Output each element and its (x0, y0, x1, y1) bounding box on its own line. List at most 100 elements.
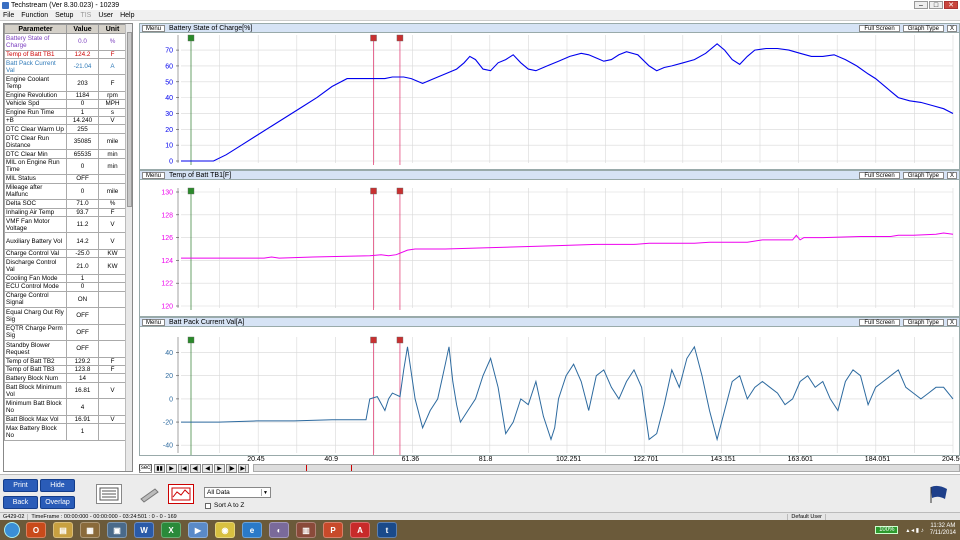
start-marker-flag-icon[interactable] (187, 336, 195, 344)
taskbar-outlook-icon[interactable]: O (26, 522, 46, 538)
taskbar-explorer-icon[interactable]: ▤ (53, 522, 73, 538)
parameter-row[interactable]: MIL on Engine Run Time 0 min (4, 157, 127, 176)
parameter-row[interactable]: Delta SOC 71.0% (4, 199, 127, 209)
cursor-marker-flag-icon[interactable] (370, 187, 377, 195)
full-screen-button[interactable]: Full Screen (859, 318, 900, 326)
parameter-row[interactable]: Engine Revolution 1184 rpm (4, 90, 127, 101)
timeline-track[interactable] (253, 464, 960, 472)
taskbar-powerpoint-icon[interactable]: P (323, 522, 343, 538)
parameter-row[interactable]: Charge Control Signal ON (4, 290, 127, 309)
data-filter-dropdown[interactable]: All Data ▼ (204, 487, 271, 498)
graph-menu-button[interactable]: Menu (142, 24, 166, 32)
taskbar-pdf-icon[interactable]: A (350, 522, 370, 538)
menu-user[interactable]: User (98, 12, 113, 19)
menu-file[interactable]: File (3, 12, 14, 19)
scrollbar-thumb[interactable] (127, 32, 132, 207)
menu-setup[interactable]: Setup (55, 12, 73, 19)
timeline-marker[interactable] (351, 465, 352, 471)
parameter-row[interactable]: EQTR Charge Perm Sig OFF (4, 323, 127, 342)
close-window-button[interactable]: ✕ (944, 1, 958, 9)
snapshot-icon[interactable] (136, 484, 162, 504)
parameter-row[interactable]: Standby Blower Request OFF (4, 340, 127, 358)
parameter-row[interactable]: DTC Clear Run Distance 35085 mile (4, 132, 127, 151)
cursor-marker-flag-icon[interactable] (370, 34, 377, 42)
minimize-button[interactable]: – (914, 1, 928, 9)
battery-indicator[interactable]: 100% (875, 526, 899, 534)
graph-plot-batt-temp[interactable]: 120 122 124 126 128 130 (140, 180, 959, 316)
timeline-marker[interactable] (306, 465, 307, 471)
graph-menu-button[interactable]: Menu (142, 171, 166, 179)
close-graph-button[interactable]: X (946, 171, 957, 179)
cursor-marker-flag-icon[interactable] (396, 34, 404, 42)
taskbar-ie-icon[interactable]: e (242, 522, 262, 538)
parameter-row[interactable]: Batt Pack Current Val -21.04 A (4, 57, 127, 76)
close-graph-button[interactable]: X (946, 24, 957, 32)
play-button[interactable]: ▶ (166, 463, 177, 473)
parameter-row[interactable]: Temp of Batt TB2 129.2 F (4, 356, 127, 366)
taskbar-app-icon[interactable]: ◐ (269, 522, 289, 538)
graph-plot-battery-soc[interactable]: 0 10 20 30 40 50 60 70 (140, 33, 959, 169)
parameter-row[interactable]: Max Battery Block No 1 (4, 423, 127, 441)
sort-a-to-z-option[interactable]: Sort A to Z (205, 502, 244, 509)
taskbar-apps-icon[interactable]: ▦ (80, 522, 100, 538)
step-forward-button[interactable]: |▶ (226, 463, 237, 473)
jump-start-button[interactable]: |◀ (178, 463, 189, 473)
cursor-marker-flag-icon[interactable] (396, 336, 404, 344)
col-header-parameter[interactable]: Parameter (4, 24, 67, 34)
parameter-row[interactable]: Equal Charg Out Rly Sig OFF (4, 307, 127, 325)
overlap-button[interactable]: Overlap (40, 496, 75, 509)
parameter-row[interactable]: Vehicle Spd 0 MPH (4, 99, 127, 109)
jump-end-button[interactable]: ▶| (238, 463, 249, 473)
forward-button[interactable]: ▶ (214, 463, 225, 473)
graph-type-button[interactable]: Graph Type (902, 318, 944, 326)
col-header-unit[interactable]: Unit (98, 24, 127, 34)
start-marker-flag-icon[interactable] (187, 34, 195, 42)
parameter-list-icon[interactable] (96, 484, 122, 504)
graph-type-button[interactable]: Graph Type (902, 24, 944, 32)
tray-icons[interactable]: ▴ ◂ ▮ ♪ (906, 527, 923, 534)
taskbar-techstream-icon[interactable]: t (377, 522, 397, 538)
taskbar-folder-icon[interactable]: ▣ (107, 522, 127, 538)
start-marker-flag-icon[interactable] (187, 187, 195, 195)
chevron-down-icon[interactable]: ▼ (261, 489, 269, 496)
cursor-marker-flag-icon[interactable] (370, 336, 377, 344)
print-button[interactable]: Print (3, 479, 38, 492)
step-back-button[interactable]: ◀| (190, 463, 201, 473)
col-header-value[interactable]: Value (66, 24, 99, 34)
parameter-row[interactable]: Temp of Batt TB3 123.8 F (4, 364, 127, 375)
taskbar-app2-icon[interactable]: ▥ (296, 522, 316, 538)
parameter-row[interactable]: DTC Clear Min 65535 min (4, 149, 127, 159)
taskbar-word-icon[interactable]: W (134, 522, 154, 538)
parameter-row[interactable]: Minimum Batt Block No 4 (4, 398, 127, 416)
parameter-row[interactable]: +B 14.240 V (4, 116, 127, 126)
parameter-row[interactable]: Battery Block Num 14 (4, 373, 127, 383)
clock[interactable]: 11:32 AM 7/11/2014 (930, 523, 956, 537)
parameter-row[interactable]: Engine Coolant Temp 203 F (4, 74, 127, 92)
sort-checkbox[interactable] (205, 502, 211, 509)
parameter-row[interactable]: Charge Control Val -25.0 KW (4, 248, 127, 259)
graph-plot-batt-current[interactable]: -40 -20 0 20 40 (140, 327, 959, 455)
parameter-row[interactable]: ECU Control Mode 0 (4, 282, 127, 292)
taskbar-media-icon[interactable]: ▶ (188, 522, 208, 538)
parameter-row[interactable]: Inhaling Air Temp 93.7 F (4, 207, 127, 217)
menu-tis[interactable]: TIS (80, 12, 91, 19)
rewind-button[interactable]: ◀ (202, 463, 213, 473)
pause-button[interactable]: ▮▮ (154, 463, 165, 473)
parameter-row[interactable]: DTC Clear Warm Up 255 (4, 124, 127, 134)
close-graph-button[interactable]: X (946, 318, 957, 326)
graph-type-button[interactable]: Graph Type (902, 171, 944, 179)
parameter-row[interactable]: MIL Status OFF (4, 174, 127, 184)
parameter-row[interactable]: Batt Block Max Vol 16.91 V (4, 414, 127, 425)
taskbar-chrome-icon[interactable]: ◉ (215, 522, 235, 538)
parameter-list-scrollbar[interactable] (125, 24, 132, 471)
parameter-row[interactable]: Engine Run Time 1 s (4, 107, 127, 118)
parameter-row[interactable]: Discharge Control Val 21.0 KW (4, 257, 127, 275)
back-button[interactable]: Back (3, 496, 38, 509)
parameter-row[interactable]: Batt Block Minimum Vol 16.81 V (4, 381, 127, 400)
parameter-row[interactable]: Cooling Fan Mode 1 (4, 273, 127, 284)
menu-help[interactable]: Help (120, 12, 134, 19)
graph-view-icon[interactable] (168, 484, 194, 504)
full-screen-button[interactable]: Full Screen (859, 171, 900, 179)
start-button[interactable] (4, 522, 20, 538)
parameter-row[interactable]: Auxiliary Battery Vol 14.2 V (4, 232, 127, 250)
